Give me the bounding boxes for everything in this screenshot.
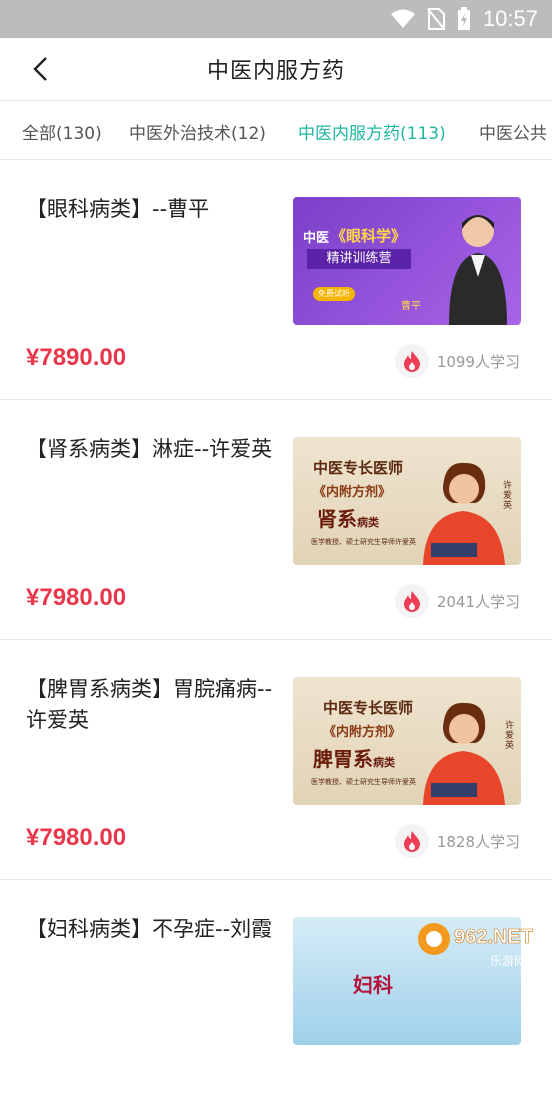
thumb-book: 《内附方剂》 [313, 485, 392, 500]
thumb-book: 《内附方剂》 [323, 725, 402, 740]
tab-public[interactable]: 中医公共 [479, 119, 547, 144]
course-title: 【脾胃系病类】胃脘痛病--许爱英 [26, 677, 273, 732]
fire-icon [394, 824, 429, 858]
learner-count: 1828人学习 [394, 824, 520, 858]
teacher-portrait [423, 462, 505, 565]
svg-text:乐游网: 乐游网 [490, 954, 526, 968]
nav-bar: 中医内服方药 [0, 38, 552, 101]
course-price: ¥7980.00 [26, 584, 127, 611]
thumb-desc: 医学教授、硕士研究生导师许爱英 [311, 538, 416, 546]
fire-icon [394, 344, 429, 378]
battery-charging-icon [457, 7, 470, 30]
thumb-top-text: 中医专长医师 [313, 459, 404, 477]
course-title: 【眼科病类】--曹平 [26, 197, 210, 221]
course-thumbnail: 中医专长医师 《内附方剂》 肾系病类 医学教授、硕士研究生导师许爱英 许爱英 [293, 437, 521, 565]
thumb-free-trial: 免费试听 [313, 287, 355, 301]
course-thumbnail: 中医专长医师 《内附方剂》 脾胃系病类 医学教授、硕士研究生导师许爱英 许爱英 [293, 677, 521, 805]
thumb-teacher-name: 曹平 [401, 301, 421, 312]
course-price: ¥7890.00 [26, 344, 127, 371]
course-title: 【肾系病类】淋症--许爱英 [26, 437, 273, 461]
course-title: 【妇科病类】不孕症--刘霞 [26, 917, 273, 941]
watermark-logo: 962.NET 乐游网 [418, 923, 533, 968]
thumb-top-text: 中医专长医师 [323, 699, 414, 717]
teacher-portrait [423, 702, 505, 805]
status-time: 10:57 [482, 6, 538, 31]
thumb-category: 肾系病类 [317, 507, 379, 531]
teacher-portrait [449, 215, 507, 325]
course-card[interactable]: 【眼科病类】--曹平 中医 《眼科学》 精讲训练营 免费试听 曹平 ¥7890.… [0, 160, 552, 400]
svg-text:962.NET: 962.NET [454, 926, 533, 948]
no-sim-icon [427, 8, 445, 30]
learner-count-text: 1099人学习 [436, 352, 520, 371]
learner-count-text: 1828人学习 [436, 832, 520, 851]
wifi-icon [390, 9, 415, 28]
learner-count: 2041人学习 [394, 584, 520, 618]
thumb-desc: 医学教授、硕士研究生导师许爱英 [311, 778, 416, 786]
thumb-headline: 《眼科学》 [331, 227, 407, 245]
course-card[interactable]: 【脾胃系病类】胃脘痛病--许爱英 中医专长医师 《内附方剂》 脾胃系病类 医学教… [0, 640, 552, 880]
course-price: ¥7980.00 [26, 824, 127, 851]
fire-icon [394, 584, 429, 618]
thumb-category: 妇科 [353, 973, 393, 997]
learner-count-text: 2041人学习 [436, 592, 520, 611]
thumb-category: 脾胃系病类 [313, 747, 395, 771]
status-bar: 10:57 [0, 0, 552, 38]
course-thumbnail: 中医 《眼科学》 精讲训练营 免费试听 曹平 [293, 197, 521, 325]
tab-all[interactable]: 全部(130) [22, 119, 102, 144]
thumb-subtitle: 精讲训练营 [307, 249, 411, 269]
learner-count: 1099人学习 [394, 344, 520, 378]
tab-internal-medicine[interactable]: 中医内服方药(113) [298, 119, 446, 144]
course-list: 【眼科病类】--曹平 中医 《眼科学》 精讲训练营 免费试听 曹平 ¥7890.… [0, 160, 552, 1119]
thumb-tag: 中医 [303, 231, 330, 246]
back-arrow-icon[interactable] [26, 54, 56, 84]
page-title: 中医内服方药 [206, 59, 345, 84]
tab-external-therapy[interactable]: 中医外治技术(12) [129, 119, 266, 144]
course-card[interactable]: 【肾系病类】淋症--许爱英 中医专长医师 《内附方剂》 肾系病类 医学教授、硕士… [0, 400, 552, 640]
category-tabs: 全部(130) 中医外治技术(12) 中医内服方药(113) 中医公共 [0, 101, 552, 160]
